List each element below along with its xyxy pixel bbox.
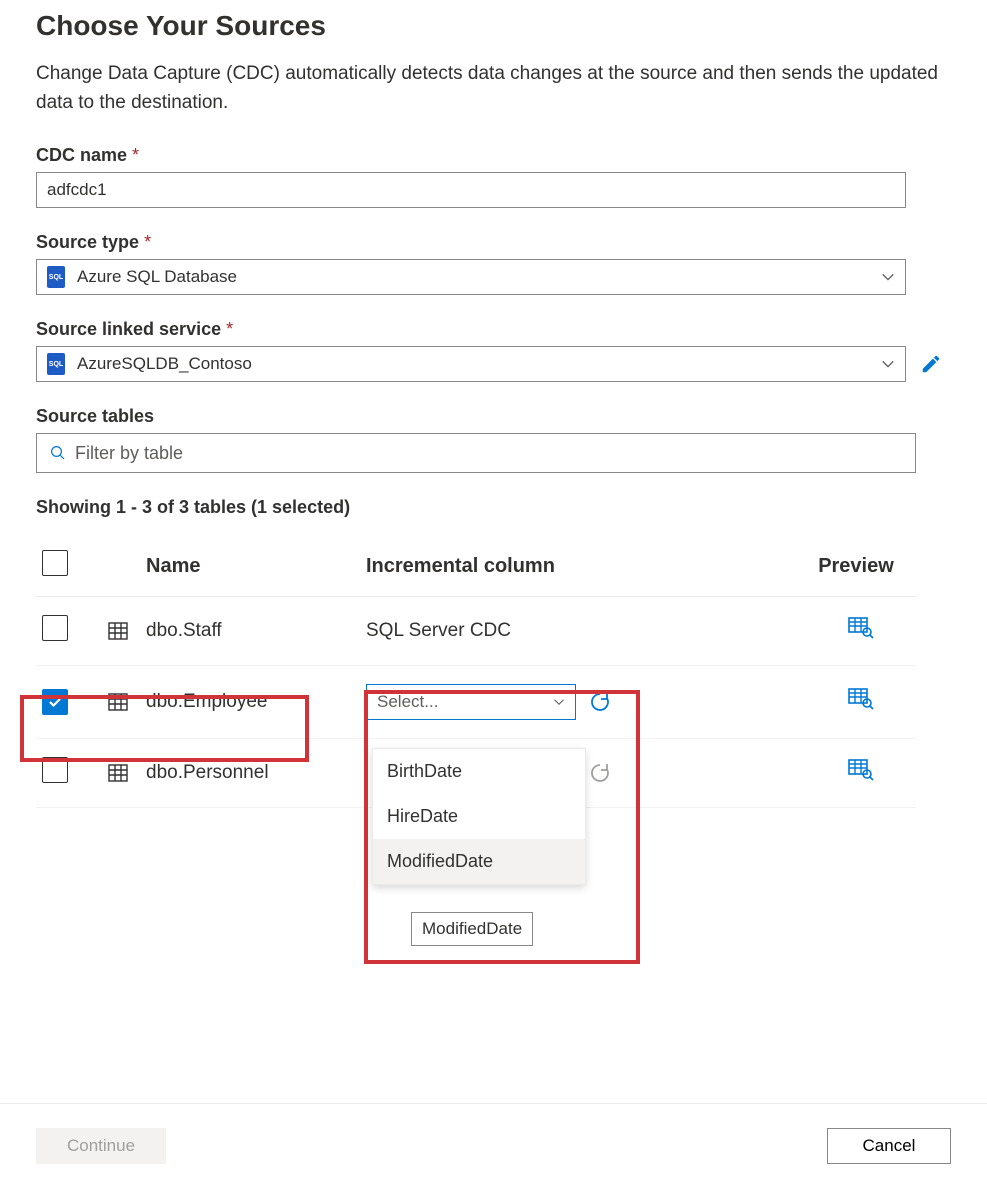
incremental-value: SQL Server CDC [366,597,806,666]
edit-linked-service-button[interactable] [920,353,942,375]
dropdown-option[interactable]: BirthDate [373,749,585,794]
table-name: dbo.Personnel [146,739,366,808]
refresh-icon [588,761,612,785]
footer: Continue Cancel [0,1103,987,1187]
row-checkbox[interactable] [42,615,68,641]
incremental-column-select[interactable]: Select... [366,684,576,720]
search-icon [49,444,67,462]
column-header-name: Name [146,540,366,597]
required-marker: * [144,232,151,252]
continue-button[interactable]: Continue [36,1128,166,1164]
preview-icon [848,688,874,710]
column-header-preview: Preview [806,540,916,597]
source-type-select[interactable]: SQL Azure SQL Database [36,259,906,295]
preview-button[interactable] [848,617,874,639]
required-marker: * [226,319,233,339]
cancel-button[interactable]: Cancel [827,1128,951,1164]
table-icon [106,761,146,785]
chevron-down-icon [881,357,895,371]
tooltip: ModifiedDate [411,912,533,946]
sql-database-icon: SQL [47,266,65,288]
pencil-icon [920,353,942,375]
column-header-incremental: Incremental column [366,540,806,597]
incremental-column-dropdown: BirthDate HireDate ModifiedDate [372,748,586,885]
filter-input[interactable]: Filter by table [36,433,916,473]
dropdown-option[interactable]: HireDate [373,794,585,839]
cdc-name-input[interactable]: adfcdc1 [36,172,906,208]
refresh-button[interactable] [588,761,612,785]
chevron-down-icon [553,696,565,708]
preview-button[interactable] [848,688,874,710]
sql-database-icon: SQL [47,353,65,375]
source-tables-label: Source tables [36,406,951,427]
linked-service-label: Source linked service * [36,319,951,340]
source-type-label: Source type * [36,232,951,253]
checkmark-icon [47,694,63,710]
table-row: dbo.Employee Select... [36,666,916,739]
table-count-text: Showing 1 - 3 of 3 tables (1 selected) [36,497,951,518]
preview-icon [848,759,874,781]
row-checkbox[interactable] [42,757,68,783]
table-row: dbo.Staff SQL Server CDC [36,597,916,666]
required-marker: * [132,145,139,165]
linked-service-select[interactable]: SQL AzureSQLDB_Contoso [36,346,906,382]
table-icon [106,690,146,714]
cdc-name-label: CDC name * [36,145,951,166]
page-title: Choose Your Sources [36,10,951,42]
select-all-checkbox[interactable] [42,550,68,576]
table-name: dbo.Employee [146,666,366,739]
refresh-button[interactable] [588,690,612,714]
chevron-down-icon [881,270,895,284]
preview-icon [848,617,874,639]
table-icon [106,619,146,643]
table-name: dbo.Staff [146,597,366,666]
dropdown-option[interactable]: ModifiedDate [373,839,585,884]
preview-button[interactable] [848,759,874,781]
refresh-icon [588,690,612,714]
row-checkbox[interactable] [42,689,68,715]
page-description: Change Data Capture (CDC) automatically … [36,60,951,117]
